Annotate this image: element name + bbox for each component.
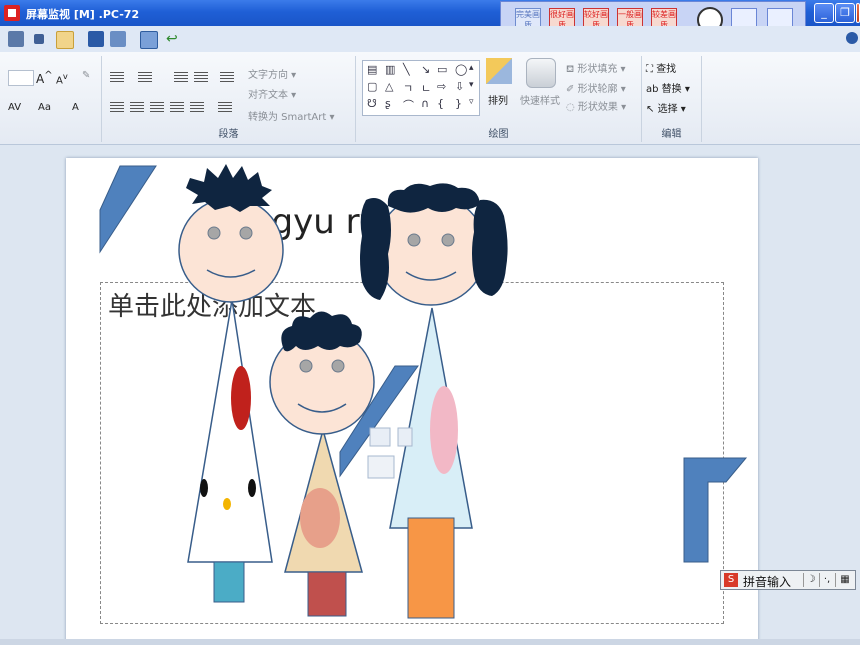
figure-right-hair-top <box>387 183 480 213</box>
figure-middle-eye <box>299 359 313 373</box>
ime-toolbar[interactable]: S 拼音输入 ☽ ·, ▦ <box>720 570 856 590</box>
figure-left-pattern-red <box>231 366 251 430</box>
figure-middle-pattern <box>300 488 340 548</box>
figure-left-dot <box>248 479 256 497</box>
figure-left-dot <box>200 479 208 497</box>
figure-right-hair-right <box>472 199 508 296</box>
insert-picture-icon <box>367 455 395 479</box>
corner-slash-shape <box>99 165 157 254</box>
figure-middle-eye <box>331 359 345 373</box>
figure-middle[interactable] <box>269 311 375 617</box>
figure-right-leg <box>407 517 455 619</box>
figure-middle-hair <box>281 311 362 352</box>
figure-left[interactable] <box>178 164 284 603</box>
ime-moon-icon[interactable]: ☽ <box>803 573 818 587</box>
insert-table-icon <box>369 427 391 447</box>
horizontal-scrollbar[interactable] <box>0 639 860 645</box>
figure-middle-leg <box>307 571 347 617</box>
figure-left-hair <box>186 164 272 212</box>
figure-right-eye <box>441 233 455 247</box>
figure-left-head <box>178 197 284 303</box>
ime-logo-icon: S <box>724 573 738 587</box>
figure-left-eye <box>207 226 221 240</box>
ime-mode-label: 拼音输入 <box>743 575 792 589</box>
figure-right-head <box>375 194 487 306</box>
figure-left-dot <box>223 498 231 510</box>
figure-left-body <box>187 299 273 563</box>
corner-bracket-shape <box>683 457 748 563</box>
ime-punct-icon[interactable]: ·, <box>819 573 834 587</box>
figure-left-leg <box>213 561 245 603</box>
figure-right-pattern <box>430 386 458 474</box>
insert-chart-icon <box>397 427 413 447</box>
figure-right-eye <box>407 233 421 247</box>
figure-right-hair-left <box>360 198 391 300</box>
figure-left-eye <box>239 226 253 240</box>
ime-keyboard-icon[interactable]: ▦ <box>835 573 854 587</box>
slide-shapes <box>99 164 748 619</box>
